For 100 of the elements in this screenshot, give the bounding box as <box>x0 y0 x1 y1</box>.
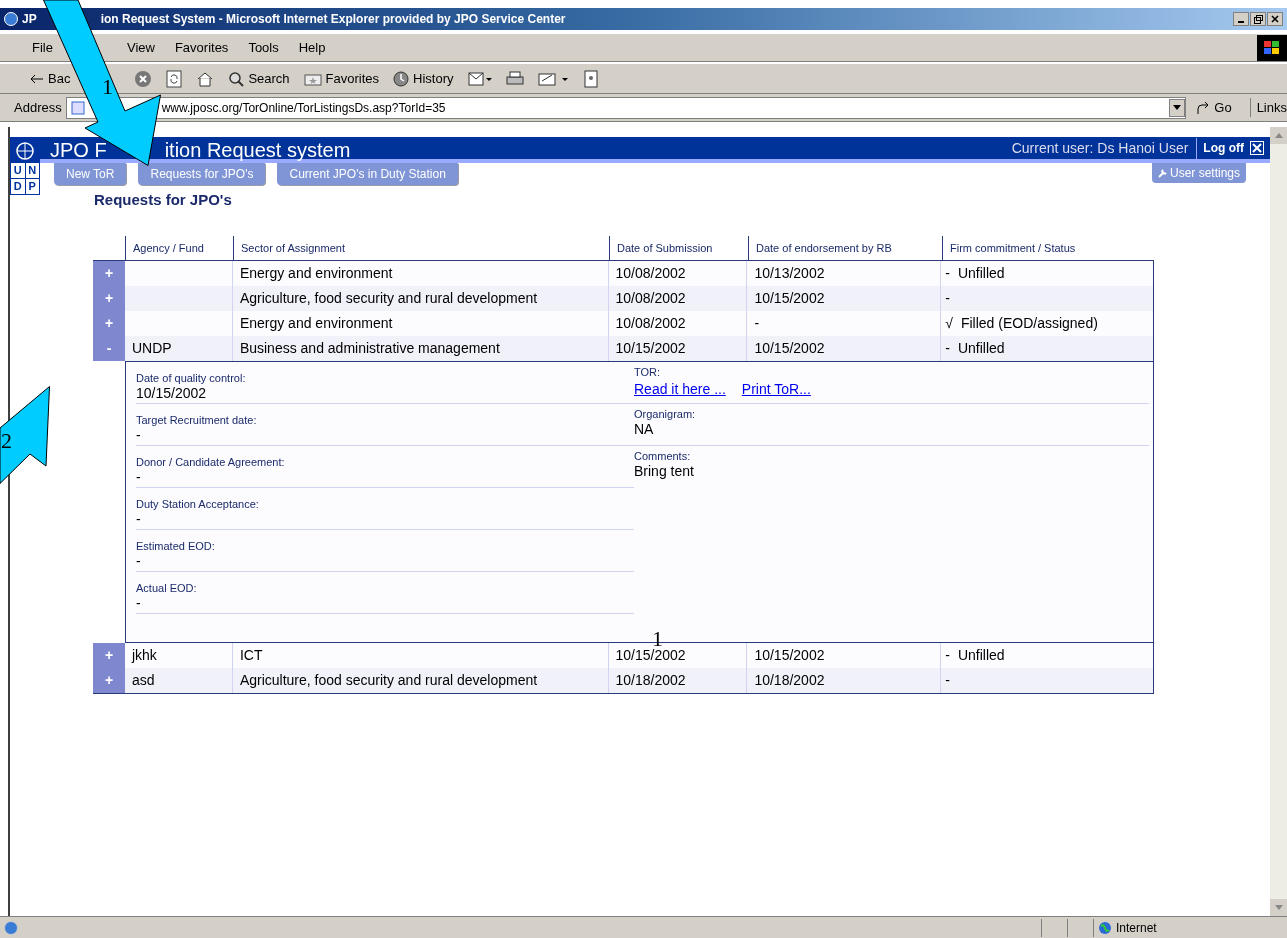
history-button[interactable]: History <box>393 68 454 89</box>
table-cell: asd <box>124 667 233 693</box>
table-cell: Agriculture, food security and rural development <box>232 667 609 693</box>
window-title: JP <box>22 11 37 28</box>
tor-link[interactable]: Read it here ... <box>634 378 726 400</box>
restore-icon <box>1253 14 1263 24</box>
column-header: Sector of Assignment <box>233 235 609 260</box>
back-button[interactable]: Bac <box>30 68 71 89</box>
refresh-icon[interactable] <box>166 69 183 88</box>
page-icon <box>70 100 85 115</box>
close-icon <box>1271 15 1279 23</box>
annotation-number: 1 <box>102 76 113 98</box>
windows-logo-icon <box>1257 34 1287 61</box>
field-value: 10/15/2002 <box>136 384 208 401</box>
menu-item[interactable]: View <box>126 37 155 58</box>
table-cell: 10/15/2002 <box>747 285 942 311</box>
stop-icon[interactable] <box>134 69 153 88</box>
ie-logo-icon <box>4 12 18 26</box>
field-label: Comments: <box>634 449 692 463</box>
table-cell: Agriculture, food security and rural development <box>232 285 609 311</box>
logoff-button[interactable]: Log off <box>1197 139 1270 157</box>
field-value: Bring tent <box>634 462 695 479</box>
field-value: - <box>136 510 142 527</box>
status-mark: √ <box>945 313 953 333</box>
search-icon <box>228 70 245 87</box>
clock-icon <box>393 70 410 87</box>
column-header: Date of endorsement by RB <box>748 235 942 260</box>
table-cell: 10/08/2002 <box>608 260 748 286</box>
status-text: Unfilled <box>957 263 1005 283</box>
close-button[interactable] <box>1267 12 1283 26</box>
messenger-icon[interactable] <box>583 69 598 88</box>
table-cell: - <box>747 310 942 336</box>
field-label: Target Recruitment date: <box>136 413 258 427</box>
status-text: Filled (EOD/assigned) <box>960 313 1098 333</box>
table-cell: Energy and environment <box>232 260 609 286</box>
menu-item[interactable]: Help <box>298 37 326 58</box>
status-mark: - <box>945 288 950 308</box>
curved-arrow-icon <box>1196 100 1211 115</box>
field-value: - <box>136 468 142 485</box>
arrow-icon <box>30 73 44 84</box>
menu-item[interactable]: Tools <box>248 37 279 58</box>
minimize-button[interactable] <box>1233 12 1249 26</box>
table-cell: 10/08/2002 <box>608 285 748 311</box>
status-mark: - <box>945 645 950 665</box>
field-label: TOR: <box>634 365 662 379</box>
caret-icon <box>1173 105 1182 110</box>
tor-link[interactable]: Print ToR... <box>741 378 811 400</box>
field-label: Date of quality control: <box>136 371 247 385</box>
printer-icon[interactable] <box>505 70 524 87</box>
address-field[interactable]: www.jposc.org/TorOnline/TorListingsDs.asp?TorId=35 <box>65 96 1187 119</box>
menu-item[interactable]: File <box>32 37 53 58</box>
table-cell: jkhk <box>124 642 233 668</box>
field-value: NA <box>634 420 655 437</box>
links-button[interactable]: Links <box>1249 97 1287 118</box>
page-heading: Requests for JPO's <box>94 190 233 210</box>
window-title: ion Request System - Microsoft Internet Explorer provided by JPO Service Center <box>100 11 566 28</box>
home-icon[interactable] <box>196 70 215 87</box>
menu-item[interactable]: Favorites <box>174 37 229 58</box>
logo-letter: N <box>25 163 39 178</box>
star-folder-icon <box>303 71 322 86</box>
table-cell: 10/15/2002 <box>747 642 942 668</box>
table-cell: Energy and environment <box>232 310 609 336</box>
wrench-icon <box>1157 168 1168 178</box>
status-mark: - <box>945 338 950 358</box>
column-header: Date of Submission <box>609 235 748 260</box>
field-label: Donor / Candidate Agreement: <box>136 455 286 469</box>
logo-letter: U <box>11 163 25 178</box>
dropdown-button[interactable] <box>1169 98 1186 117</box>
table-cell: 10/13/2002 <box>747 260 942 286</box>
column-header: Agency / Fund <box>125 235 233 260</box>
table-cell: ICT <box>232 642 609 668</box>
search-button[interactable]: Search <box>228 68 290 89</box>
favorites-button[interactable]: Favorites <box>303 68 380 89</box>
ie-logo-icon <box>4 920 18 935</box>
go-button[interactable]: Go <box>1196 97 1232 118</box>
app-title: JPO F <box>50 139 107 160</box>
annotation-number: 2 <box>1 430 12 452</box>
mail-icon[interactable] <box>467 70 492 87</box>
table-cell: 10/18/2002 <box>747 667 942 693</box>
field-label: Estimated EOD: <box>136 539 216 553</box>
table-cell: 10/15/2002 <box>608 335 748 361</box>
restore-button[interactable] <box>1250 12 1266 26</box>
table-cell: 10/18/2002 <box>608 667 748 693</box>
close-icon <box>1250 141 1264 155</box>
globe-icon <box>1098 920 1112 935</box>
table-cell: Business and administrative management <box>232 335 609 361</box>
field-value: - <box>136 594 142 611</box>
status-text: Unfilled <box>957 645 1005 665</box>
status-mark: - <box>945 263 950 283</box>
current-user: Current user: Ds Hanoi User <box>1011 137 1198 159</box>
address-label: Address <box>14 98 62 117</box>
table-cell: UNDP <box>124 335 233 361</box>
logo-letter: D <box>11 179 25 194</box>
zone-label: Internet <box>1116 919 1157 937</box>
edit-icon[interactable] <box>537 70 570 87</box>
column-header: Firm commitment / Status <box>942 235 1154 260</box>
logo-letter: P <box>25 179 39 194</box>
table-cell: 10/08/2002 <box>608 310 748 336</box>
field-value: - <box>136 426 142 443</box>
status-mark: - <box>945 670 950 690</box>
